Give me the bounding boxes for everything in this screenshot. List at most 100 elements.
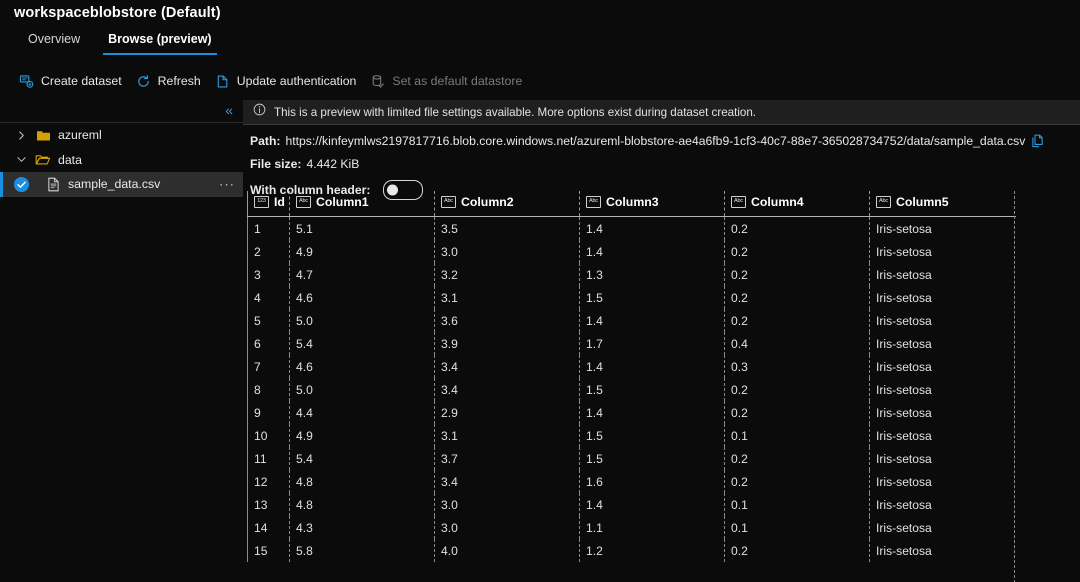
file-tree-panel: « azureml data sample_data.csv ··· (0, 98, 244, 582)
refresh-icon (136, 74, 151, 89)
create-dataset-button[interactable]: Create dataset (14, 71, 131, 92)
row-id-cell: 14 (247, 516, 290, 539)
table-cell: 3.4 (434, 355, 580, 378)
row-id-cell: 12 (247, 470, 290, 493)
table-cell: 1.7 (579, 332, 725, 355)
table-cell: 0.2 (724, 240, 870, 263)
command-bar: Create dataset Refresh Update authentica… (14, 69, 531, 93)
table-cell: 0.2 (724, 286, 870, 309)
table-row[interactable]: 4 4.6 3.1 1.5 0.2 Iris-setosa (247, 286, 1016, 309)
table-cell: 1.5 (579, 447, 725, 470)
row-id-cell: 5 (247, 309, 290, 332)
text-type-icon: Abc (876, 196, 891, 208)
table-cell: 0.2 (724, 447, 870, 470)
table-row[interactable]: 1 5.1 3.5 1.4 0.2 Iris-setosa (247, 216, 1016, 240)
create-dataset-label: Create dataset (41, 74, 122, 88)
table-row[interactable]: 8 5.0 3.4 1.5 0.2 Iris-setosa (247, 378, 1016, 401)
table-cell: 0.1 (724, 516, 870, 539)
column-header-column2[interactable]: Abc Column2 (434, 191, 580, 217)
table-cell: Iris-setosa (869, 447, 1016, 470)
table-cell: 3.0 (434, 516, 580, 539)
table-cell: 0.3 (724, 355, 870, 378)
table-cell: 1.5 (579, 378, 725, 401)
table-cell: 0.2 (724, 401, 870, 424)
table-cell: 2.9 (434, 401, 580, 424)
table-row[interactable]: 5 5.0 3.6 1.4 0.2 Iris-setosa (247, 309, 1016, 332)
file-size-row: File size: 4.442 KiB (250, 157, 1080, 171)
table-row[interactable]: 11 5.4 3.7 1.5 0.2 Iris-setosa (247, 447, 1016, 470)
table-cell: Iris-setosa (869, 286, 1016, 309)
chevron-down-icon[interactable] (12, 155, 30, 164)
file-icon (30, 177, 66, 192)
table-cell: 4.3 (289, 516, 435, 539)
table-cell: 3.6 (434, 309, 580, 332)
refresh-button[interactable]: Refresh (131, 71, 210, 92)
table-cell: 3.2 (434, 263, 580, 286)
text-type-icon: Abc (441, 196, 456, 208)
more-actions-button[interactable]: ··· (219, 178, 235, 191)
table-cell: 3.0 (434, 493, 580, 516)
table-cell: 4.4 (289, 401, 435, 424)
table-row[interactable]: 14 4.3 3.0 1.1 0.1 Iris-setosa (247, 516, 1016, 539)
update-authentication-button[interactable]: Update authentication (210, 71, 366, 92)
tree-item-data[interactable]: data (0, 148, 243, 173)
data-grid-container[interactable]: 123 Id Abc Column1 Abc Column2 Abc Column3 Abc Co… (247, 191, 1080, 582)
tab-overview[interactable]: Overview (14, 28, 94, 55)
collapse-panel-row: « (0, 98, 243, 122)
column-header-column5[interactable]: Abc Column5 (869, 191, 1016, 217)
column-header-column3[interactable]: Abc Column3 (579, 191, 725, 217)
column-header-column4[interactable]: Abc Column4 (724, 191, 870, 217)
column-header-column1[interactable]: Abc Column1 (289, 191, 435, 217)
row-id-cell: 15 (247, 539, 290, 562)
file-details: Path: https://kinfeymlws2197817716.blob.… (243, 125, 1080, 200)
set-as-default-datastore-label: Set as default datastore (392, 74, 523, 88)
column-header-label: Column5 (896, 195, 949, 209)
table-cell: 3.7 (434, 447, 580, 470)
tree-item-sample-data-csv[interactable]: sample_data.csv ··· (0, 172, 243, 197)
row-id-cell: 3 (247, 263, 290, 286)
row-id-cell: 6 (247, 332, 290, 355)
folder-icon (30, 129, 56, 142)
table-row[interactable]: 6 5.4 3.9 1.7 0.4 Iris-setosa (247, 332, 1016, 355)
table-cell: 3.4 (434, 470, 580, 493)
table-row[interactable]: 9 4.4 2.9 1.4 0.2 Iris-setosa (247, 401, 1016, 424)
create-dataset-icon (19, 74, 34, 89)
table-row[interactable]: 3 4.7 3.2 1.3 0.2 Iris-setosa (247, 263, 1016, 286)
table-cell: 1.4 (579, 493, 725, 516)
copy-icon[interactable] (1031, 134, 1044, 148)
table-cell: Iris-setosa (869, 401, 1016, 424)
row-id-cell: 4 (247, 286, 290, 309)
tab-list: Overview Browse (preview) (14, 28, 226, 57)
row-id-cell: 1 (247, 216, 290, 240)
tree-item-azureml[interactable]: azureml (0, 123, 243, 148)
tab-browse-preview[interactable]: Browse (preview) (94, 28, 226, 55)
table-row[interactable]: 12 4.8 3.4 1.6 0.2 Iris-setosa (247, 470, 1016, 493)
selected-check-icon (12, 176, 30, 193)
data-grid-header: 123 Id Abc Column1 Abc Column2 Abc Column3 Abc Co… (247, 191, 1016, 217)
table-cell: 5.4 (289, 447, 435, 470)
text-type-icon: Abc (296, 196, 311, 208)
table-row[interactable]: 7 4.6 3.4 1.4 0.3 Iris-setosa (247, 355, 1016, 378)
row-id-cell: 9 (247, 401, 290, 424)
table-row[interactable]: 2 4.9 3.0 1.4 0.2 Iris-setosa (247, 240, 1016, 263)
collapse-panel-button[interactable]: « (222, 101, 235, 119)
data-grid: 123 Id Abc Column1 Abc Column2 Abc Column3 Abc Co… (247, 191, 1016, 562)
table-cell: 0.1 (724, 424, 870, 447)
tree-item-data-label: data (58, 152, 82, 167)
table-row[interactable]: 15 5.8 4.0 1.2 0.2 Iris-setosa (247, 539, 1016, 562)
table-cell: 0.2 (724, 378, 870, 401)
column-header-id[interactable]: 123 Id (247, 191, 290, 217)
table-cell: 1.4 (579, 240, 725, 263)
row-id-cell: 10 (247, 424, 290, 447)
file-tree: azureml data sample_data.csv ··· (0, 122, 243, 197)
chevron-right-icon[interactable] (12, 131, 30, 140)
table-row[interactable]: 10 4.9 3.1 1.5 0.1 Iris-setosa (247, 424, 1016, 447)
row-id-cell: 7 (247, 355, 290, 378)
table-cell: Iris-setosa (869, 216, 1016, 240)
set-as-default-datastore-button[interactable]: Set as default datastore (365, 71, 531, 92)
table-cell: Iris-setosa (869, 309, 1016, 332)
table-cell: 4.9 (289, 424, 435, 447)
table-cell: Iris-setosa (869, 378, 1016, 401)
table-row[interactable]: 13 4.8 3.0 1.4 0.1 Iris-setosa (247, 493, 1016, 516)
text-type-icon: Abc (586, 196, 601, 208)
